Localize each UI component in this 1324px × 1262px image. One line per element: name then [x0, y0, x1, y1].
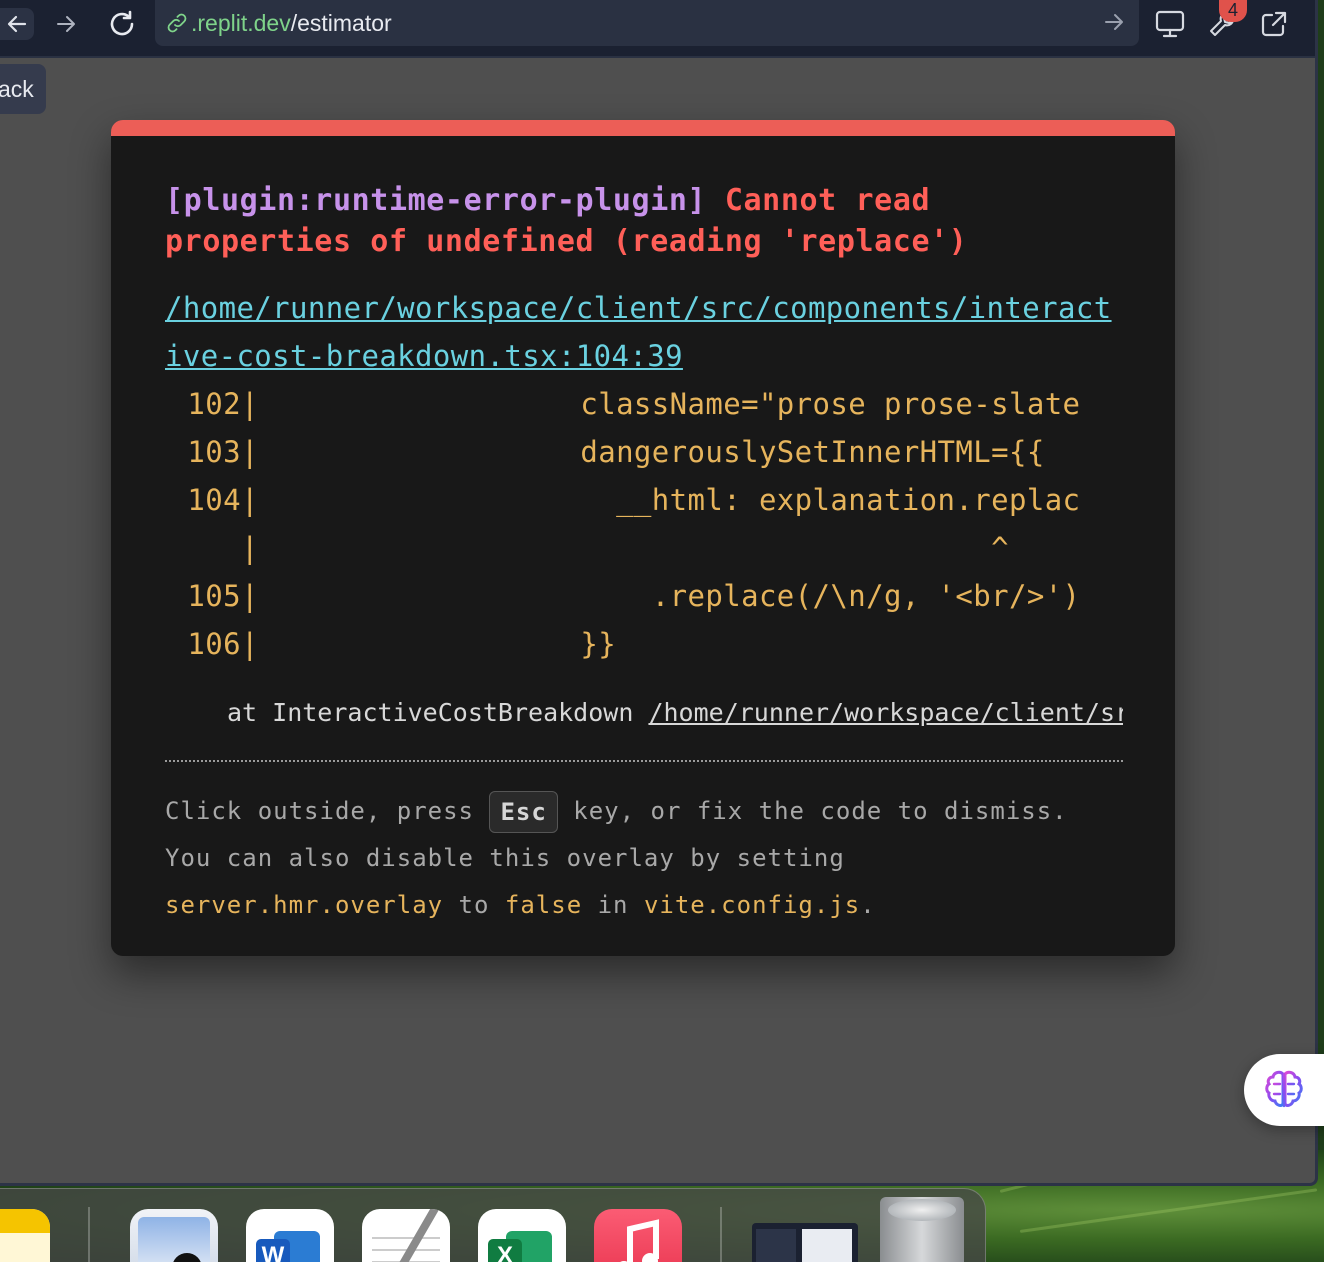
browser-window: .replit.dev/estimator 4 ack [plugin:runt…	[0, 0, 1318, 1186]
arrow-right-icon	[1105, 14, 1123, 30]
external-link-icon	[1261, 11, 1287, 37]
excel-icon[interactable]: X	[478, 1209, 566, 1262]
error-file-link[interactable]: /home/runner/workspace/client/src/compon…	[165, 284, 1117, 380]
music-icon[interactable]	[594, 1209, 682, 1262]
word-icon[interactable]: W	[246, 1209, 334, 1262]
dismiss-tip: Click outside, press Esc key, or fix the…	[165, 788, 1123, 929]
code-line: 104| __html: explanation.replac	[187, 483, 1081, 517]
preview-icon[interactable]	[130, 1209, 218, 1262]
reload-button[interactable]	[102, 8, 142, 40]
go-button[interactable]	[1103, 11, 1125, 39]
dock-separator	[720, 1207, 722, 1262]
url-path: /estimator	[290, 9, 392, 36]
back-link[interactable]: ack	[0, 64, 46, 114]
code-line: 102| className="prose prose-slate	[187, 387, 1081, 421]
code-line: 105| .replace(/\n/g, '<br/>')	[187, 579, 1081, 613]
notes-icon[interactable]	[0, 1209, 50, 1262]
open-in-new-tab-button[interactable]	[1254, 8, 1294, 40]
forward-button[interactable]	[46, 8, 86, 40]
stack-trace: at InteractiveCostBreakdown /home/runner…	[227, 696, 1123, 730]
url-bar[interactable]: .replit.dev/estimator	[155, 0, 1139, 46]
reload-icon	[110, 10, 134, 36]
plugin-name: [plugin:runtime-error-plugin]	[165, 183, 707, 218]
error-message: [plugin:runtime-error-plugin] Cannot rea…	[165, 180, 1045, 262]
arrow-right-icon	[57, 16, 75, 32]
back-button[interactable]	[0, 8, 34, 40]
assistant-button[interactable]	[1244, 1054, 1324, 1126]
stack-path-link[interactable]: /home/runner/workspace/client/src/compon…	[648, 698, 1123, 727]
trash-icon[interactable]	[880, 1197, 964, 1262]
brain-icon	[1265, 1070, 1303, 1108]
browser-toolbar: .replit.dev/estimator 4	[0, 0, 1315, 58]
dock: W X	[0, 1188, 986, 1262]
dock-separator	[88, 1207, 90, 1262]
code-pointer-line: | ^	[241, 531, 1009, 565]
textedit-icon[interactable]	[362, 1209, 450, 1262]
notification-badge: 4	[1219, 0, 1247, 22]
link-icon	[167, 13, 187, 33]
esc-key: Esc	[489, 791, 558, 833]
code-line: 103| dangerouslySetInnerHTML={{	[187, 435, 1045, 469]
code-line: 106| }}	[187, 627, 617, 661]
window-thumbnail[interactable]	[752, 1223, 858, 1262]
error-overlay[interactable]: [plugin:runtime-error-plugin] Cannot rea…	[111, 120, 1175, 956]
code-frame: 102| className="prose prose-slate 103| d…	[165, 380, 1123, 680]
music-note-icon	[620, 1219, 659, 1262]
arrow-left-icon	[7, 15, 27, 33]
url-domain: .replit.dev	[191, 9, 291, 36]
monitor-icon	[1155, 10, 1185, 38]
devices-button[interactable]	[1150, 8, 1190, 40]
divider	[165, 760, 1123, 762]
